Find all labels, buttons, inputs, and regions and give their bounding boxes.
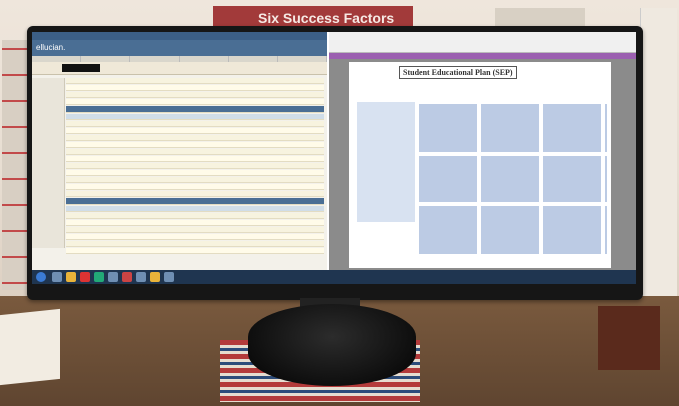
wall-paper-right: [640, 8, 677, 308]
table-row: [66, 142, 324, 148]
desk-paper: [0, 308, 60, 386]
table-row: [66, 234, 324, 240]
table-row: [66, 191, 324, 197]
sep-form: Student Educational Plan (SEP): [349, 62, 611, 268]
monitor-stand: [248, 304, 416, 386]
table-row: [66, 149, 324, 155]
student-system-window: ellucian.: [32, 32, 328, 270]
table-header: [66, 106, 324, 113]
table-row: [66, 213, 324, 219]
sep-left-column[interactable]: [357, 102, 415, 222]
pdf-toolbar[interactable]: [329, 32, 636, 53]
table-row: [66, 170, 324, 176]
table-row: [66, 241, 324, 247]
table-header: [66, 198, 324, 205]
redacted-name: [62, 64, 100, 72]
table-row: [66, 121, 324, 127]
app-logo: ellucian.: [32, 40, 327, 56]
start-button-icon[interactable]: [36, 272, 46, 282]
table-row: [66, 206, 324, 212]
table-row: [66, 128, 324, 134]
student-profile: [32, 62, 327, 75]
table-row: [66, 78, 324, 84]
table-row: [66, 99, 324, 105]
grid-separator: [419, 202, 607, 206]
pdf-viewer-window: Student Educational Plan (SEP): [329, 32, 636, 270]
screen: ellucian. Student Educational Plan (SEP): [32, 32, 636, 284]
folder-icon[interactable]: [66, 272, 76, 282]
side-menu[interactable]: [32, 78, 65, 248]
taskbar: [32, 270, 636, 284]
table-row: [66, 177, 324, 183]
taskbar-app-icon[interactable]: [52, 272, 62, 282]
table-row: [66, 220, 324, 226]
desk-box: [598, 306, 660, 370]
pdf-banner: [329, 53, 636, 59]
table-row: [66, 227, 324, 233]
wall-paper-left: [2, 40, 28, 290]
table-row: [66, 248, 324, 254]
table-row: [66, 163, 324, 169]
table-row: [66, 135, 324, 141]
six-success-factors-poster: Six Success Factors: [213, 6, 413, 28]
taskbar-app-icon[interactable]: [122, 272, 132, 282]
taskbar-app-icon[interactable]: [108, 272, 118, 282]
degree-audit-table: [66, 78, 324, 255]
table-row: [66, 184, 324, 190]
browser-tabs: [32, 32, 327, 40]
taskbar-app-icon[interactable]: [80, 272, 90, 282]
taskbar-app-icon[interactable]: [136, 272, 146, 282]
sep-title: Student Educational Plan (SEP): [399, 66, 517, 79]
table-row: [66, 156, 324, 162]
taskbar-app-icon[interactable]: [150, 272, 160, 282]
table-row: [66, 92, 324, 98]
table-row: [66, 85, 324, 91]
taskbar-app-icon[interactable]: [94, 272, 104, 282]
grid-separator: [419, 152, 607, 156]
taskbar-app-icon[interactable]: [164, 272, 174, 282]
sep-course-grid[interactable]: [419, 104, 607, 254]
table-row: [66, 114, 324, 120]
